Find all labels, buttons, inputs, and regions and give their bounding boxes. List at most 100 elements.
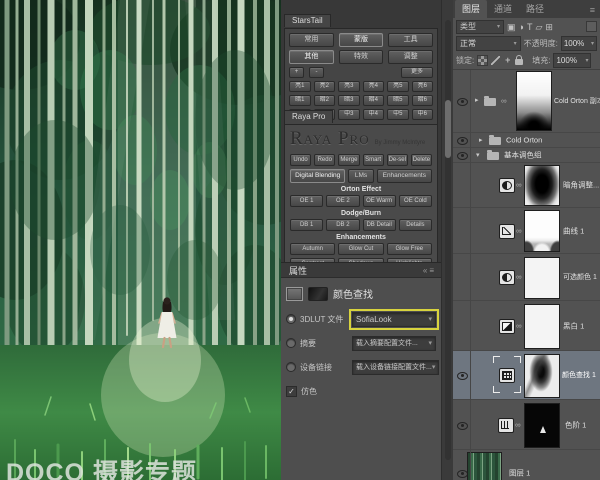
layer-mask-thumbnail[interactable] <box>524 257 560 299</box>
scrollbar-track[interactable] <box>445 20 451 460</box>
3dlut-radio[interactable] <box>286 314 296 324</box>
enhancements-tab[interactable]: Enhancements <box>377 169 432 183</box>
starstail-tab-tools[interactable]: 工具 <box>388 33 433 47</box>
mask-button[interactable]: 暗1 <box>289 95 311 106</box>
filter-smart-object-icon[interactable]: ⊞ <box>545 21 553 33</box>
layer-mask-thumbnail[interactable] <box>516 71 552 131</box>
smart-button[interactable]: Smart <box>363 154 384 166</box>
layer-row-base-group[interactable]: ▾ 基本调色组 <box>453 148 600 163</box>
lock-position-icon[interactable]: + <box>503 56 512 65</box>
dither-checkbox[interactable]: ✓ <box>286 386 297 397</box>
layer-row-color-lookup-1[interactable]: 颜色查找 1 <box>453 351 600 400</box>
layer-mask-thumbnail[interactable] <box>524 165 560 206</box>
starstail-tab-mask[interactable]: 蒙版 <box>339 33 384 47</box>
layer-row-layer-1[interactable]: 图层 1 <box>453 450 600 480</box>
black-white-adjustment-icon[interactable] <box>499 319 515 334</box>
oe1-button[interactable]: OE 1 <box>290 195 323 207</box>
starstail-panel-tab[interactable]: StarsTail <box>284 14 331 27</box>
layer-name[interactable]: 图层 1 <box>509 467 530 478</box>
layer-name[interactable]: 曲线 1 <box>563 225 584 236</box>
tab-layers[interactable]: 图层 <box>455 0 487 18</box>
blend-mode-dropdown[interactable]: 正常▾ <box>456 36 521 51</box>
selective-color-adjustment-icon[interactable] <box>499 270 515 285</box>
autumn-button[interactable]: Autumn <box>290 243 335 255</box>
starstail-tab-effects[interactable]: 特效 <box>339 50 384 64</box>
starstail-minus-button[interactable]: - <box>309 67 324 78</box>
properties-tab[interactable]: 属性 <box>281 264 315 277</box>
raya-pro-panel-tab[interactable]: Raya Pro <box>284 110 333 123</box>
abstract-radio[interactable] <box>286 338 296 348</box>
starstail-tab-common[interactable]: 常用 <box>289 33 334 47</box>
lock-transparency-icon[interactable] <box>477 55 488 66</box>
curves-adjustment-icon[interactable] <box>499 224 515 239</box>
filter-type-icon[interactable]: T <box>527 21 533 33</box>
layer-mask-thumbnail[interactable] <box>524 210 560 252</box>
group-expand-icon[interactable]: ▸ <box>479 136 483 144</box>
layer-row-cold-orton[interactable]: ▸ Cold Orton <box>453 133 600 148</box>
glow-free-button[interactable]: Glow Free <box>387 243 432 255</box>
layer-row-vignette-adjust[interactable]: ∞ 暗角调整... <box>453 163 600 208</box>
layer-image-thumbnail[interactable] <box>467 452 502 480</box>
layer-row-black-white-1[interactable]: ∞ 黑白 1 <box>453 301 600 351</box>
3dlut-file-dropdown[interactable]: SofiaLook ▾ <box>352 312 436 327</box>
layer-mask-thumbnail[interactable] <box>524 403 560 448</box>
color-lookup-adjustment-icon[interactable] <box>499 368 515 383</box>
lock-all-icon[interactable] <box>515 59 523 65</box>
layer-name[interactable]: Cold Orton <box>506 136 542 145</box>
group-expand-icon[interactable]: ▸ <box>475 96 479 104</box>
scrollbar-thumb[interactable] <box>445 100 451 158</box>
db-detail-button[interactable]: DB Detail <box>363 219 396 231</box>
db1-button[interactable]: DB 1 <box>290 219 323 231</box>
filter-shape-icon[interactable]: ▱ <box>535 21 542 33</box>
mask-button[interactable]: 亮3 <box>338 81 360 92</box>
mask-button[interactable]: 亮5 <box>387 81 409 92</box>
layer-row-curves-1[interactable]: ∞ 曲线 1 <box>453 208 600 254</box>
filter-adjustment-icon[interactable]: ◑ <box>519 21 524 33</box>
layer-mask-thumbnail[interactable] <box>524 354 560 398</box>
mask-button[interactable]: 亮6 <box>412 81 434 92</box>
mask-button[interactable]: 亮2 <box>314 81 336 92</box>
starstail-tab-adjust[interactable]: 调整 <box>388 50 433 64</box>
oe2-button[interactable]: OE 2 <box>326 195 359 207</box>
oe-cold-button[interactable]: OE Cold <box>399 195 432 207</box>
starstail-more-button[interactable]: 更多 <box>401 67 433 78</box>
redo-button[interactable]: Redo <box>314 154 335 166</box>
kind-filter-dropdown[interactable]: 类型▾ <box>456 20 504 34</box>
group-collapse-icon[interactable]: ▾ <box>476 151 480 159</box>
layer-row-levels-1[interactable]: ∞ 色阶 1 <box>453 400 600 450</box>
mask-button[interactable]: 暗3 <box>338 95 360 106</box>
layer-name[interactable]: 暗角调整... <box>563 180 599 191</box>
mask-button[interactable]: 亮4 <box>363 81 385 92</box>
mask-button[interactable]: 暗5 <box>387 95 409 106</box>
opacity-field[interactable]: 100%▾ <box>561 36 597 51</box>
lock-pixels-icon[interactable] <box>491 56 500 65</box>
deselect-button[interactable]: De-sel <box>387 154 408 166</box>
oe-warm-button[interactable]: OE Warm <box>363 195 396 207</box>
merge-button[interactable]: Merge <box>338 154 359 166</box>
starstail-tab-other[interactable]: 其他 <box>289 50 334 64</box>
delete-button[interactable]: Delete <box>411 154 432 166</box>
tab-paths[interactable]: 路径 <box>519 0 551 18</box>
panel-menu-icon[interactable]: ≡ <box>585 5 600 18</box>
digital-blending-tab[interactable]: Digital Blending <box>290 169 345 183</box>
mask-button[interactable]: 暗6 <box>412 95 434 106</box>
fill-field[interactable]: 100%▾ <box>553 53 591 68</box>
layer-name[interactable]: 黑白 1 <box>563 320 584 331</box>
layer-row-cold-orton-copy[interactable]: ▸ ∞ Cold Orton 副本 <box>453 70 600 133</box>
layer-name[interactable]: Cold Orton 副本 <box>554 96 600 106</box>
details-button[interactable]: Details <box>399 219 432 231</box>
device-link-dropdown[interactable]: 载入设备链接配置文件... ▾ <box>352 360 439 375</box>
filter-toggle-icon[interactable] <box>586 21 597 32</box>
visibility-eye-icon[interactable] <box>457 372 468 380</box>
mask-button[interactable]: 暗2 <box>314 95 336 106</box>
levels-adjustment-icon[interactable] <box>498 418 514 433</box>
layer-name[interactable]: 色阶 1 <box>565 419 586 430</box>
visibility-eye-icon[interactable] <box>457 98 468 106</box>
lms-tab[interactable]: LMs <box>348 169 373 183</box>
layer-name[interactable]: 可选颜色 1 <box>563 272 597 282</box>
layer-mask-thumbnail[interactable] <box>524 304 560 349</box>
filter-pixel-icon[interactable]: ▣ <box>507 21 516 33</box>
layer-name[interactable]: 颜色查找 1 <box>562 370 596 380</box>
mask-button[interactable]: 亮1 <box>289 81 311 92</box>
undo-button[interactable]: Undo <box>290 154 311 166</box>
